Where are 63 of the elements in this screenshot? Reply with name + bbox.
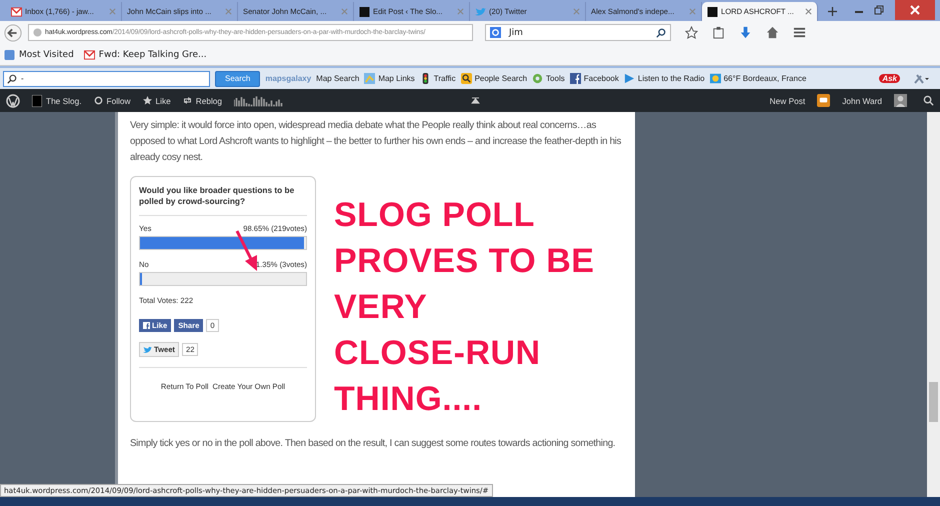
close-window-icon[interactable] [894,0,936,20]
toolbar-link[interactable]: Traffic [420,73,456,84]
star-icon [142,96,152,105]
bookmark-link[interactable]: Most Visited [4,50,74,60]
toolbar-link[interactable]: Like [142,96,171,106]
menu-icon[interactable] [793,26,806,39]
toolbar-link[interactable]: Tools [532,73,565,84]
new-post-link[interactable]: New Post [770,96,806,106]
search-field[interactable]: - [3,70,210,86]
notification-icon[interactable] [817,94,830,107]
close-icon[interactable] [805,8,812,15]
search-icon [656,28,666,38]
restore-icon[interactable] [874,5,884,15]
paragraph: Very simple: it would force into open, widespread media debate what the People really think about real concerns…as opposed to what Lord Ashcroft wants to highlight – the better to further his own ends – and increase the feather-depth in his already cosy nest. [130,119,622,165]
bird-icon [143,346,152,354]
new-tab-icon[interactable] [828,7,837,16]
sun-icon [710,73,721,84]
toolbar-link[interactable]: Map Search [316,74,360,83]
reblog-icon [182,96,192,105]
headline-text: THING.... [334,379,484,420]
poll-question: Would you like broader questions to be polled by crowd-sourcing? [139,185,296,207]
bookmark-link[interactable]: Fwd: Keep Talking Gre... [84,50,207,60]
user-name[interactable]: John Ward [842,96,882,106]
search-icon [7,74,17,84]
scrollbar[interactable] [927,112,940,497]
toolbar-link[interactable]: Reblog [182,96,222,106]
google-icon [490,27,501,38]
wrench-icon[interactable] [913,72,929,84]
site-icon [359,6,370,16]
facebook-icon [143,322,150,329]
home-icon[interactable] [766,26,779,39]
circle-icon [94,96,103,105]
toolbar-link[interactable]: Facebook [570,73,619,84]
clipboard-icon[interactable] [712,26,725,39]
map-icon [364,73,376,84]
toolbar-link[interactable]: Listen to the Radio [624,73,705,84]
headline-text: CLOSE-RUN [334,333,542,374]
envelope-icon [84,50,95,60]
headline-text: SLOG POLL [334,195,536,236]
site-icon [707,6,718,16]
envelope-icon [11,6,22,16]
toolbar-link[interactable]: Follow [94,96,130,106]
search-field[interactable]: Jim [485,24,671,41]
download-icon[interactable] [739,26,752,39]
toolbar-link[interactable]: 66°F Bordeaux, France [710,73,806,84]
play-icon [624,73,635,84]
wordpress-logo[interactable] [6,94,20,108]
bookmark-star-icon[interactable] [685,26,698,39]
site-icon [32,94,42,106]
toolbar-link[interactable]: Map Links [364,73,415,84]
magnifier-icon [460,73,472,84]
toolbar-link[interactable]: People Search [460,73,528,84]
bird-icon [475,6,486,16]
search-icon[interactable] [923,95,934,106]
paragraph: Simply tick yes or no in the poll above. Then based on the result, I can suggest some routes towards actioning something. [130,437,616,451]
collapse-icon[interactable] [471,97,480,104]
headline-text: PROVES TO BE [334,241,594,282]
back-icon[interactable] [4,24,22,42]
facebook-icon [570,73,581,84]
stats-sparkline [234,94,284,107]
site-link[interactable]: The Slog. [32,94,82,106]
ask-logo[interactable]: Ask [879,74,900,83]
headline-text: VERY [334,287,428,328]
